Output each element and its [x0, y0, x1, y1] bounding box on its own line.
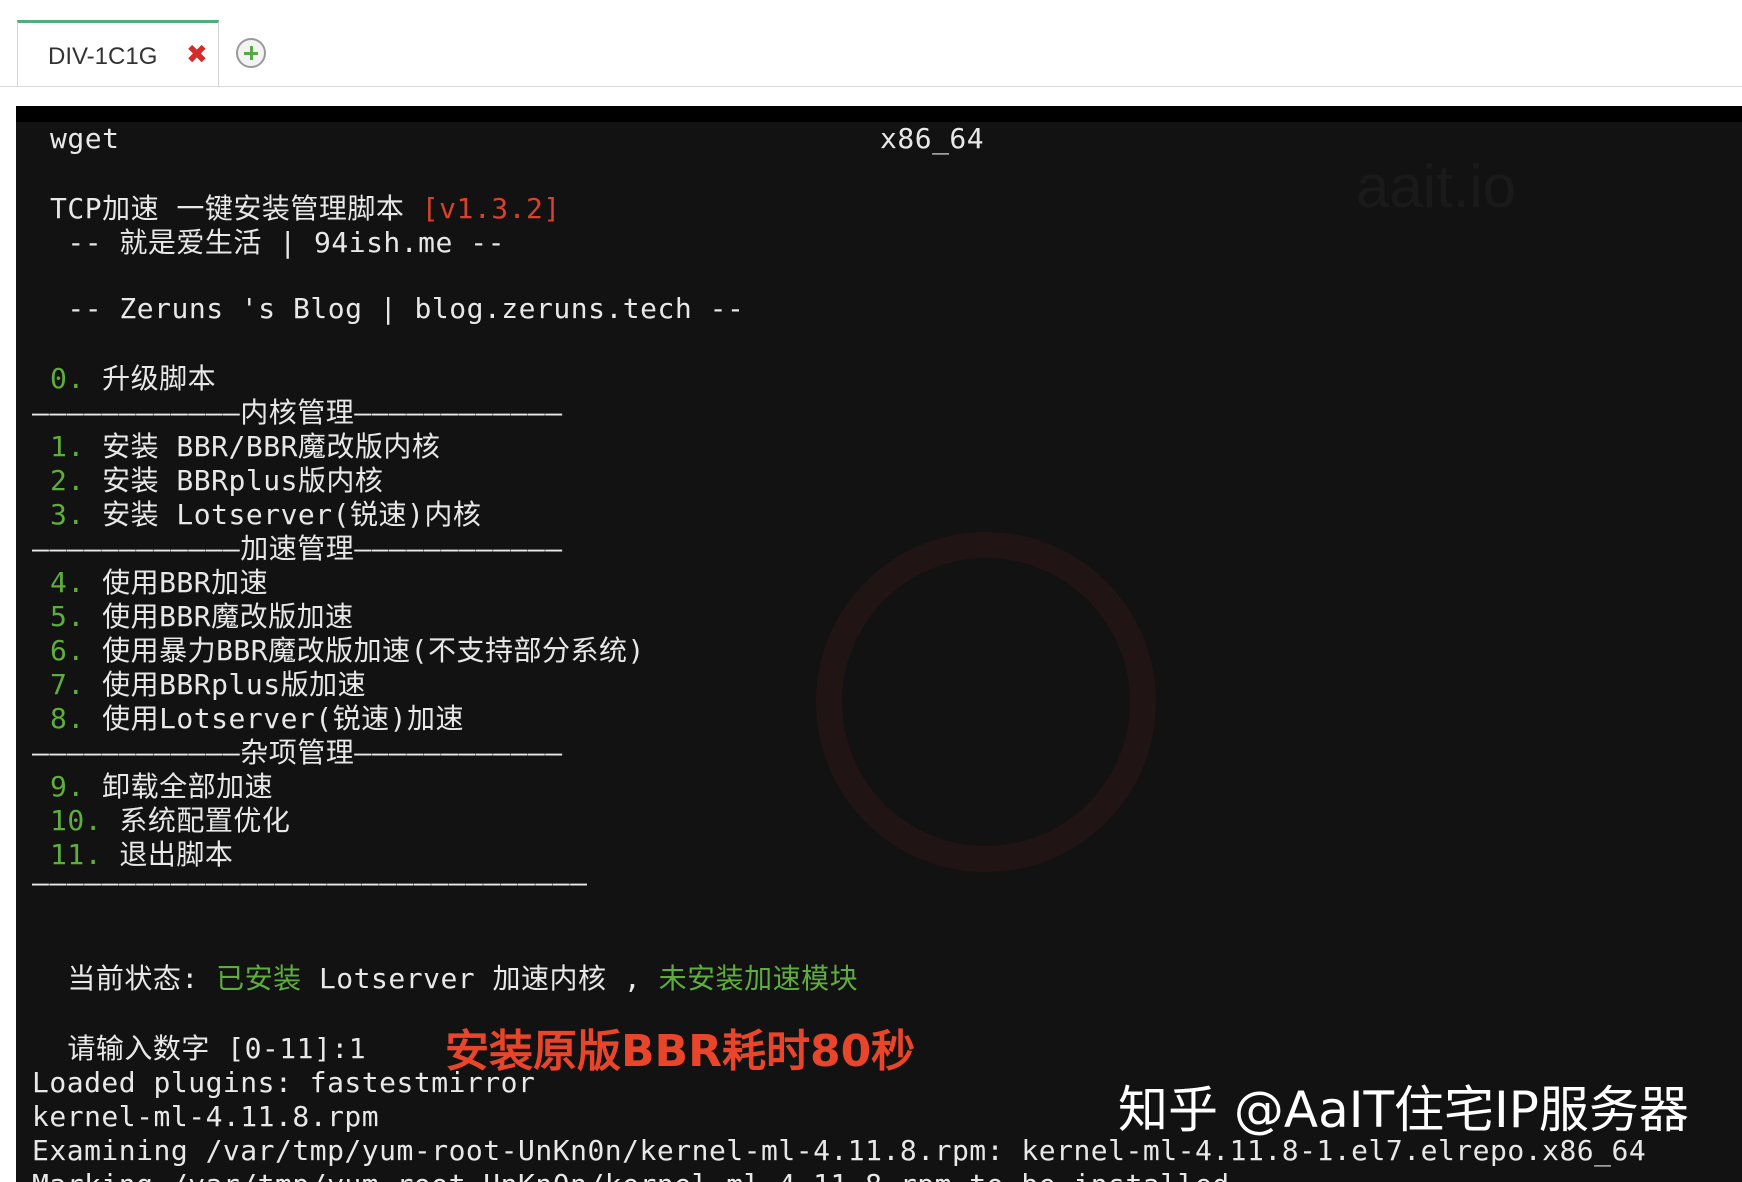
- menu-label: 升级脚本: [84, 362, 217, 395]
- menu-label: 安装 Lotserver(锐速)内核: [84, 498, 482, 531]
- menu-item-1: 1. 安装 BBR/BBR魔改版内核: [50, 430, 440, 464]
- menu-number: 0.: [50, 362, 85, 395]
- zhihu-watermark: 知乎 @AaIT住宅IP服务器: [1118, 1081, 1689, 1139]
- menu-number: 10.: [50, 804, 103, 837]
- menu-item-2: 2. 安装 BBRplus版内核: [50, 464, 383, 498]
- menu-label: 安装 BBR/BBR魔改版内核: [84, 430, 441, 463]
- log-line: Marking /var/tmp/yum-root-UnKn0n/kernel-…: [32, 1168, 1230, 1182]
- status-line: 当前状态: 已安装 Lotserver 加速内核 , 未安装加速模块: [50, 962, 858, 996]
- menu-item-0: 0. 升级脚本: [50, 362, 216, 396]
- status-missing-module: 未安装加速模块: [658, 962, 859, 995]
- menu-number: 7.: [50, 668, 85, 701]
- log-line: kernel-ml-4.11.8.rpm: [32, 1100, 380, 1133]
- menu-label: 使用暴力BBR魔改版加速(不支持部分系统): [84, 634, 645, 667]
- script-title: TCP加速 一键安装管理脚本 [v1.3.2]: [50, 192, 561, 226]
- tab-label: DIV-1C1G: [48, 43, 158, 70]
- background-watermark: aait.io: [1356, 152, 1516, 221]
- menu-label: 使用BBR加速: [84, 566, 269, 599]
- menu-item-7: 7. 使用BBRplus版加速: [50, 668, 366, 702]
- title-text: TCP加速 一键安装管理脚本: [50, 192, 422, 225]
- tab-bar: DIV-1C1G ✖: [0, 0, 1742, 87]
- menu-item-8: 8. 使用Lotserver(锐速)加速: [50, 702, 464, 736]
- close-icon[interactable]: ✖: [186, 40, 208, 70]
- menu-label: 使用BBR魔改版加速: [84, 600, 354, 633]
- menu-item-3: 3. 安装 Lotserver(锐速)内核: [50, 498, 481, 532]
- subtitle-zeruns: -- Zeruns 's Blog | blog.zeruns.tech --: [50, 292, 745, 325]
- menu-number: 3.: [50, 498, 85, 531]
- menu-label: 使用BBRplus版加速: [84, 668, 367, 701]
- menu-label: 安装 BBRplus版内核: [84, 464, 384, 497]
- separator-end: ————————————————————————————————: [32, 866, 588, 899]
- menu-label: 系统配置优化: [102, 804, 291, 837]
- menu-label: 卸载全部加速: [84, 770, 274, 803]
- version-label: [v1.3.2]: [421, 192, 561, 225]
- subtitle-94ish: -- 就是爱生活 | 94ish.me --: [50, 226, 505, 259]
- menu-label: 使用Lotserver(锐速)加速: [84, 702, 465, 735]
- timing-annotation: 安装原版BBR耗时80秒: [445, 1026, 916, 1077]
- status-label: 当前状态:: [50, 962, 217, 995]
- separator-misc: ————————————杂项管理————————————: [32, 736, 563, 769]
- header-line: wget: [50, 122, 119, 156]
- background-logo: [816, 532, 1156, 872]
- status-kernel: Lotserver 加速内核 ,: [301, 962, 659, 995]
- menu-item-9: 9. 卸载全部加速: [50, 770, 273, 804]
- menu-number: 5.: [50, 600, 85, 633]
- menu-number: 6.: [50, 634, 85, 667]
- menu-number: 8.: [50, 702, 85, 735]
- menu-item-10: 10. 系统配置优化: [50, 804, 290, 838]
- header-command: wget: [50, 122, 120, 155]
- menu-item-6: 6. 使用暴力BBR魔改版加速(不支持部分系统): [50, 634, 645, 668]
- separator-kernel: ————————————内核管理————————————: [32, 396, 563, 429]
- status-installed: 已安装: [216, 962, 302, 995]
- add-tab-icon[interactable]: [236, 38, 266, 68]
- input-prompt[interactable]: 请输入数字 [0-11]:1: [50, 1032, 366, 1066]
- header-arch: x86_64: [880, 122, 985, 155]
- menu-number: 1.: [50, 430, 85, 463]
- separator-accel: ————————————加速管理————————————: [32, 532, 563, 565]
- menu-item-4: 4. 使用BBR加速: [50, 566, 268, 600]
- menu-number: 2.: [50, 464, 85, 497]
- menu-item-5: 5. 使用BBR魔改版加速: [50, 600, 354, 634]
- menu-number: 9.: [50, 770, 85, 803]
- tab-div-1c1g[interactable]: DIV-1C1G ✖: [17, 20, 219, 86]
- menu-number: 4.: [50, 566, 85, 599]
